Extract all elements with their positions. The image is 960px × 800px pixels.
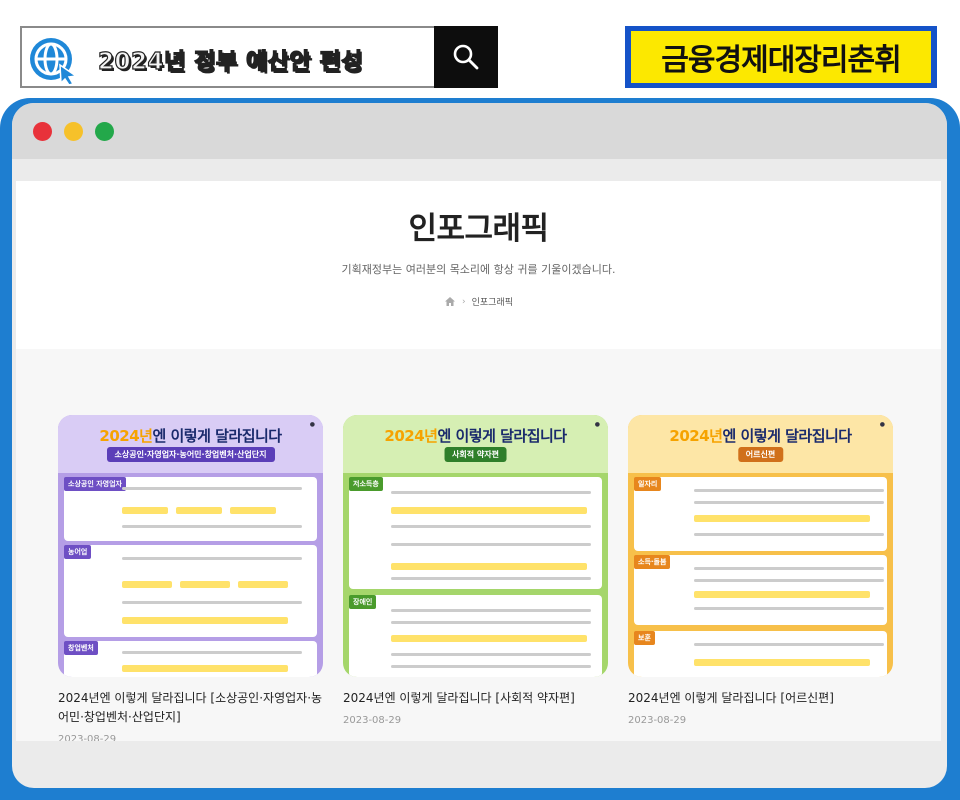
web-page: 인포그래픽 기획재정부는 여러분의 목소리에 항상 귀를 기울이겠습니다. › … [16, 181, 941, 741]
card-title[interactable]: 2024년엔 이렇게 달라집니다 [어르신편] [628, 689, 893, 708]
window-titlebar [12, 103, 947, 159]
page-title: 인포그래픽 [408, 211, 549, 247]
card-thumbnail[interactable]: ● 2024년엔 이렇게 달라집니다 사회적 약자편 저소득층 장애인 [343, 415, 608, 677]
section-label: 저소득층 [349, 477, 383, 491]
search-banner[interactable]: 2024년 정부 예산안 편성 [20, 26, 498, 88]
card-gallery: ● 2024년엔 이렇게 달라집니다 소상공인·자영업자·농어민·창업벤처·산업… [16, 349, 941, 741]
home-icon[interactable] [444, 296, 456, 307]
globe-cursor-icon [30, 38, 79, 86]
section-label: 일자리 [634, 477, 662, 491]
section-label: 소상공인 자영업자 [64, 477, 126, 491]
chevron-right-icon: › [461, 296, 466, 307]
infographic-card[interactable]: ● 2024년엔 이렇게 달라집니다 사회적 약자편 저소득층 장애인 2024… [343, 415, 608, 726]
browser-frame: 인포그래픽 기획재정부는 여러분의 목소리에 항상 귀를 기울이겠습니다. › … [0, 98, 960, 800]
close-window-button[interactable] [33, 122, 52, 141]
section-label: 장애인 [349, 595, 377, 609]
page-header: 인포그래픽 기획재정부는 여러분의 목소리에 항상 귀를 기울이겠습니다. › … [16, 181, 941, 349]
section-label: 농어업 [64, 545, 92, 559]
thumbnail-heading: 2024년엔 이렇게 달라집니다 [99, 427, 282, 445]
promo-banner[interactable]: 금융경제대장리춘휘 [625, 26, 937, 88]
card-date: 2023-08-29 [58, 734, 117, 741]
minimize-window-button[interactable] [64, 122, 83, 141]
thumbnail-tag: 사회적 약자편 [444, 447, 507, 462]
infographic-card[interactable]: ● 2024년엔 이렇게 달라집니다 소상공인·자영업자·농어민·창업벤처·산업… [58, 415, 323, 741]
thumbnail-heading: 2024년엔 이렇게 달라집니다 [384, 427, 567, 445]
section-label: 소득·돌봄 [634, 555, 671, 569]
promo-text: 금융경제대장리춘휘 [631, 31, 931, 83]
card-date: 2023-08-29 [343, 715, 402, 726]
card-thumbnail[interactable]: ● 2024년엔 이렇게 달라집니다 소상공인·자영업자·농어민·창업벤처·산업… [58, 415, 323, 677]
thumbnail-heading: 2024년엔 이렇게 달라집니다 [669, 427, 852, 445]
search-icon [453, 44, 479, 70]
thumbnail-tag: 소상공인·자영업자·농어민·창업벤처·산업단지 [106, 447, 275, 462]
search-button[interactable] [434, 26, 498, 88]
card-title[interactable]: 2024년엔 이렇게 달라집니다 [소상공인·자영업자·농어민·창업벤처·산업단… [58, 689, 323, 727]
card-thumbnail[interactable]: ● 2024년엔 이렇게 달라집니다 어르신편 일자리 소득·돌봄 보훈 [628, 415, 893, 677]
breadcrumb: › 인포그래픽 [16, 295, 941, 308]
breadcrumb-current[interactable]: 인포그래픽 [472, 295, 513, 308]
section-label: 창업벤처 [64, 641, 98, 655]
browser-window: 인포그래픽 기획재정부는 여러분의 목소리에 항상 귀를 기울이겠습니다. › … [12, 103, 947, 788]
card-title[interactable]: 2024년엔 이렇게 달라집니다 [사회적 약자편] [343, 689, 608, 708]
thumbnail-tag: 어르신편 [737, 447, 784, 462]
page-subtitle: 기획재정부는 여러분의 목소리에 항상 귀를 기울이겠습니다. [341, 263, 616, 276]
search-query-text: 2024년 정부 예산안 편성 [97, 48, 363, 75]
maximize-window-button[interactable] [95, 122, 114, 141]
section-label: 보훈 [634, 631, 655, 645]
infographic-card[interactable]: ● 2024년엔 이렇게 달라집니다 어르신편 일자리 소득·돌봄 보훈 202… [628, 415, 893, 726]
card-date: 2023-08-29 [628, 715, 687, 726]
